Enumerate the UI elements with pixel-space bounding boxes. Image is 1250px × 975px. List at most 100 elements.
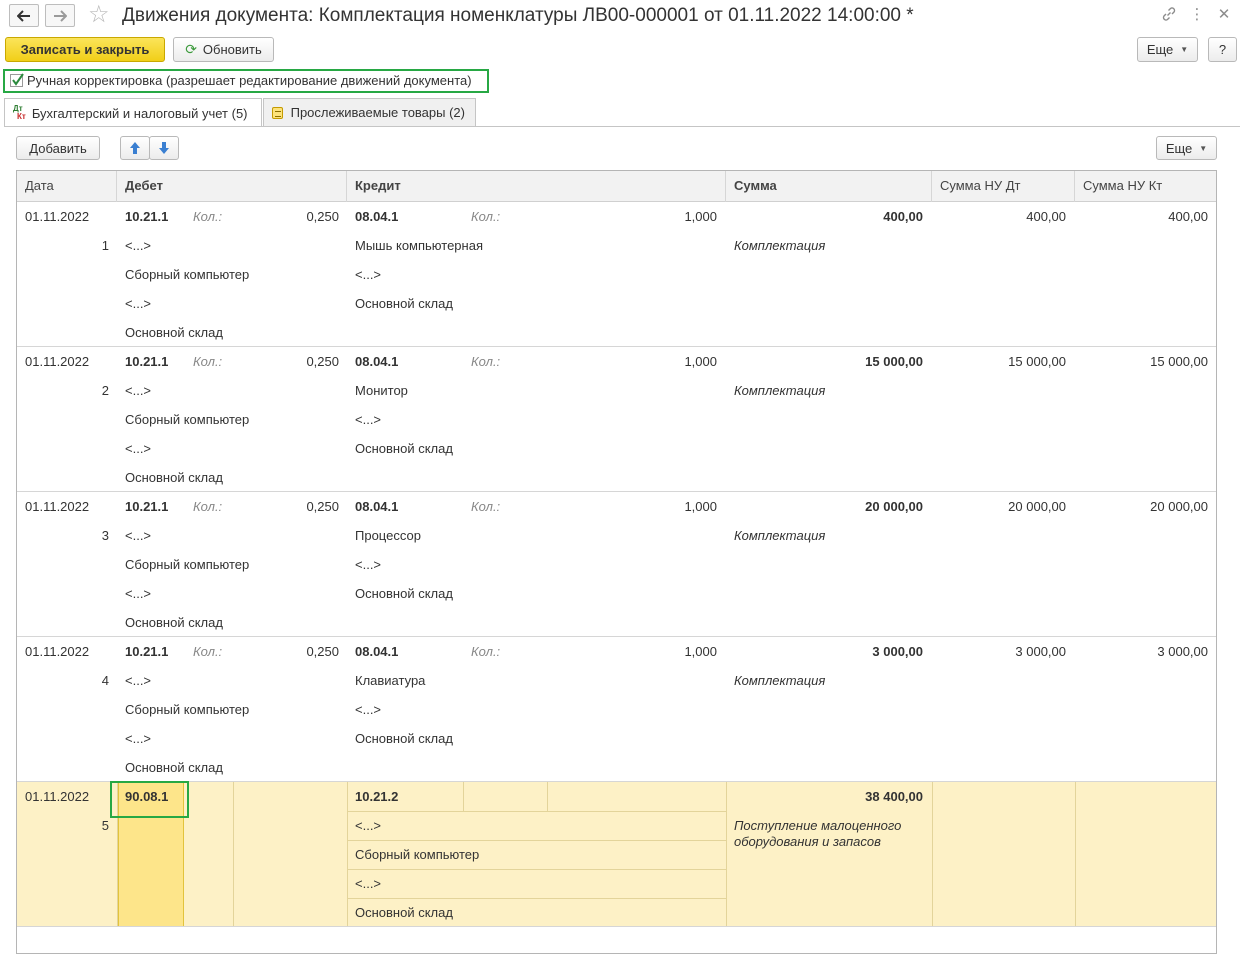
favorite-star-icon[interactable]: ☆ bbox=[88, 2, 110, 28]
debit-account[interactable]: 10.21.1 bbox=[125, 644, 168, 660]
debit-subconto-3[interactable]: <...> bbox=[125, 441, 151, 457]
row-sum[interactable]: 3 000,00 bbox=[777, 644, 923, 660]
credit-subconto-1[interactable]: Монитор bbox=[355, 383, 408, 399]
debit-subconto-4[interactable]: Основной склад bbox=[125, 615, 223, 631]
debit-subconto-1[interactable]: <...> bbox=[125, 238, 151, 254]
credit-subconto-4[interactable]: Основной склад bbox=[355, 905, 453, 921]
manual-correction-checkbox[interactable] bbox=[10, 73, 24, 87]
column-header-date[interactable]: Дата bbox=[17, 171, 117, 202]
row-content[interactable]: Комплектация bbox=[734, 673, 825, 689]
debit-qty[interactable]: 0,250 bbox=[267, 644, 339, 660]
link-icon[interactable] bbox=[1160, 6, 1178, 27]
row-sum[interactable]: 400,00 bbox=[777, 209, 923, 225]
credit-qty[interactable]: 1,000 bbox=[617, 499, 717, 515]
tab-traceable-goods[interactable]: Прослеживаемые товары (2) bbox=[263, 98, 476, 126]
add-button[interactable]: Добавить bbox=[16, 136, 100, 160]
row-number: 5 bbox=[101, 818, 109, 833]
move-down-button[interactable] bbox=[149, 136, 179, 160]
debit-subconto-1[interactable]: <...> bbox=[125, 528, 151, 544]
credit-subconto-2[interactable]: <...> bbox=[355, 702, 381, 718]
credit-account[interactable]: 08.04.1 bbox=[355, 354, 398, 370]
credit-account[interactable]: 08.04.1 bbox=[355, 499, 398, 515]
credit-subconto-3[interactable]: Основной склад bbox=[355, 586, 453, 602]
manual-correction-label[interactable]: Ручная корректировка (разрешает редактир… bbox=[27, 73, 472, 88]
debit-subconto-1[interactable]: <...> bbox=[125, 383, 151, 399]
credit-subconto-1[interactable]: <...> bbox=[355, 818, 381, 834]
credit-account[interactable]: 08.04.1 bbox=[355, 644, 398, 660]
row-sum-nu-dt[interactable]: 400,00 bbox=[937, 209, 1066, 225]
row-content[interactable]: Комплектация bbox=[734, 383, 825, 399]
grid-more-button[interactable]: Еще ▼ bbox=[1156, 136, 1217, 160]
credit-subconto-2[interactable]: <...> bbox=[355, 267, 381, 283]
debit-subconto-4[interactable]: Основной склад bbox=[125, 470, 223, 486]
help-button[interactable]: ? bbox=[1208, 37, 1237, 62]
debit-qty[interactable]: 0,250 bbox=[267, 354, 339, 370]
movements-table[interactable]: Дата Дебет Кредит Сумма Сумма НУ Дт Сумм… bbox=[16, 170, 1217, 954]
row-sum-nu-dt[interactable]: 3 000,00 bbox=[937, 644, 1066, 660]
close-icon[interactable]: ✕ bbox=[1215, 6, 1233, 24]
debit-subconto-3[interactable]: <...> bbox=[125, 731, 151, 747]
row-sum-nu-kt[interactable]: 15 000,00 bbox=[1079, 354, 1208, 370]
credit-subconto-3[interactable]: Основной склад bbox=[355, 731, 453, 747]
credit-qty[interactable]: 1,000 bbox=[617, 354, 717, 370]
column-header-sum[interactable]: Сумма bbox=[726, 171, 932, 202]
credit-subconto-3[interactable]: <...> bbox=[355, 876, 381, 892]
column-header-sum-nu-dt[interactable]: Сумма НУ Дт bbox=[932, 171, 1075, 202]
debit-subconto-2[interactable]: Сборный компьютер bbox=[125, 267, 249, 283]
table-row-selected[interactable]: 01.11.2022 5 90.08.1 10.21.2 <...> Сборн… bbox=[17, 782, 1216, 927]
more-vertical-icon[interactable]: ⋮ bbox=[1188, 6, 1206, 24]
column-header-debit[interactable]: Дебет bbox=[117, 171, 347, 202]
credit-subconto-2[interactable]: <...> bbox=[355, 412, 381, 428]
row-content[interactable]: Комплектация bbox=[734, 238, 825, 254]
credit-subconto-1[interactable]: Мышь компьютерная bbox=[355, 238, 483, 254]
debit-subconto-2[interactable]: Сборный компьютер bbox=[125, 702, 249, 718]
debit-subconto-1[interactable]: <...> bbox=[125, 673, 151, 689]
debit-account[interactable]: 10.21.1 bbox=[125, 499, 168, 515]
row-sum-nu-dt[interactable]: 15 000,00 bbox=[937, 354, 1066, 370]
row-content-line-2[interactable]: оборудования и запасов bbox=[734, 834, 881, 850]
debit-subconto-4[interactable]: Основной склад bbox=[125, 760, 223, 776]
debit-subconto-4[interactable]: Основной склад bbox=[125, 325, 223, 341]
row-sum-nu-kt[interactable]: 20 000,00 bbox=[1079, 499, 1208, 515]
row-sum[interactable]: 15 000,00 bbox=[777, 354, 923, 370]
credit-account[interactable]: 08.04.1 bbox=[355, 209, 398, 225]
table-row[interactable]: 01.11.2022 3 10.21.1 Кол.: 0,250 <...> С… bbox=[17, 492, 1216, 637]
row-content[interactable]: Комплектация bbox=[734, 528, 825, 544]
dt-kt-icon: Дт Кт bbox=[13, 104, 26, 121]
credit-account[interactable]: 10.21.2 bbox=[355, 789, 398, 805]
credit-subconto-1[interactable]: Процессор bbox=[355, 528, 421, 544]
tab-accounting[interactable]: Дт Кт Бухгалтерский и налоговый учет (5) bbox=[4, 98, 262, 127]
debit-qty[interactable]: 0,250 bbox=[267, 209, 339, 225]
refresh-button[interactable]: ⟳ Обновить bbox=[173, 37, 274, 62]
credit-subconto-1[interactable]: Клавиатура bbox=[355, 673, 425, 689]
credit-subconto-2[interactable]: Сборный компьютер bbox=[355, 847, 479, 863]
debit-subconto-3[interactable]: <...> bbox=[125, 296, 151, 312]
credit-qty[interactable]: 1,000 bbox=[617, 209, 717, 225]
back-button[interactable] bbox=[9, 4, 39, 27]
move-up-button[interactable] bbox=[120, 136, 150, 160]
credit-subconto-3[interactable]: Основной склад bbox=[355, 441, 453, 457]
debit-subconto-2[interactable]: Сборный компьютер bbox=[125, 412, 249, 428]
row-content-line-1[interactable]: Поступление малоценного bbox=[734, 818, 901, 834]
row-sum[interactable]: 20 000,00 bbox=[777, 499, 923, 515]
debit-subconto-2[interactable]: Сборный компьютер bbox=[125, 557, 249, 573]
column-header-credit[interactable]: Кредит bbox=[347, 171, 726, 202]
row-sum-nu-dt[interactable]: 20 000,00 bbox=[937, 499, 1066, 515]
row-sum-nu-kt[interactable]: 3 000,00 bbox=[1079, 644, 1208, 660]
debit-account[interactable]: 10.21.1 bbox=[125, 354, 168, 370]
forward-button[interactable] bbox=[45, 4, 75, 27]
debit-account[interactable]: 10.21.1 bbox=[125, 209, 168, 225]
row-sum[interactable]: 38 400,00 bbox=[777, 789, 923, 805]
debit-qty[interactable]: 0,250 bbox=[267, 499, 339, 515]
credit-qty[interactable]: 1,000 bbox=[617, 644, 717, 660]
more-button[interactable]: Еще ▼ bbox=[1137, 37, 1198, 62]
debit-subconto-3[interactable]: <...> bbox=[125, 586, 151, 602]
credit-subconto-2[interactable]: <...> bbox=[355, 557, 381, 573]
table-row[interactable]: 01.11.2022 2 10.21.1 Кол.: 0,250 <...> С… bbox=[17, 347, 1216, 492]
table-row[interactable]: 01.11.2022 4 10.21.1 Кол.: 0,250 <...> С… bbox=[17, 637, 1216, 782]
row-sum-nu-kt[interactable]: 400,00 bbox=[1079, 209, 1208, 225]
column-header-sum-nu-kt[interactable]: Сумма НУ Кт bbox=[1075, 171, 1216, 202]
save-and-close-button[interactable]: Записать и закрыть bbox=[5, 37, 165, 62]
credit-subconto-3[interactable]: Основной склад bbox=[355, 296, 453, 312]
table-row[interactable]: 01.11.2022 1 10.21.1 Кол.: 0,250 <...> С… bbox=[17, 202, 1216, 347]
